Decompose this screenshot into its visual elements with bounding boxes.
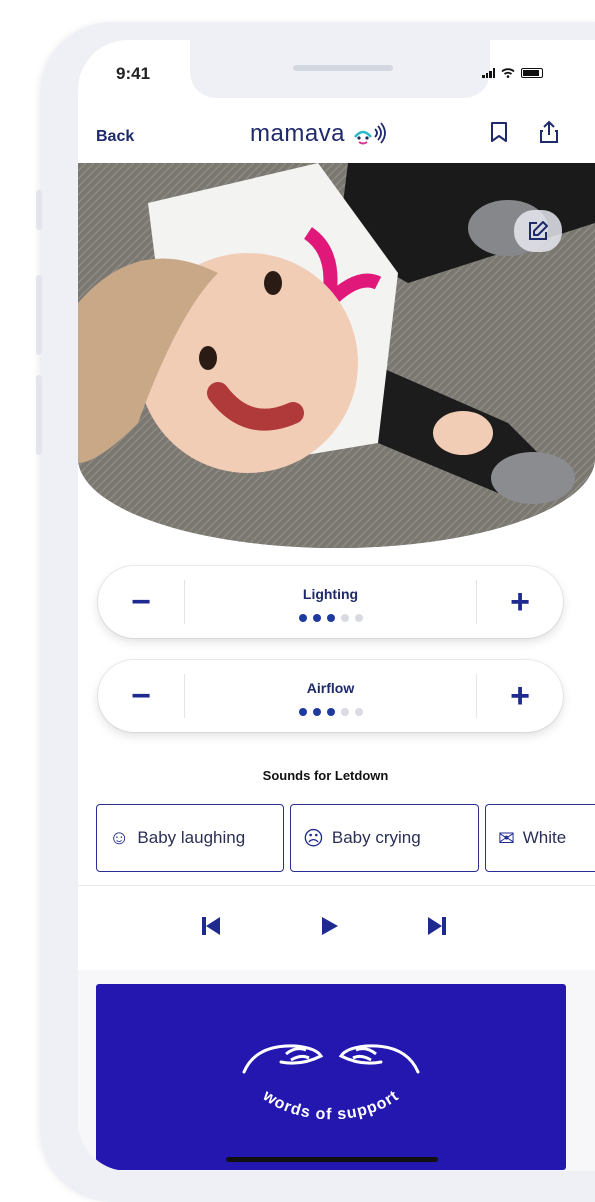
play-icon[interactable] — [314, 911, 344, 941]
airflow-decrease-button[interactable]: − — [98, 660, 184, 732]
laughing-face-icon: ☺ — [109, 826, 130, 849]
airflow-increase-button[interactable]: + — [477, 660, 563, 732]
back-button[interactable]: Back — [96, 128, 134, 146]
status-icons — [482, 68, 543, 78]
lighting-control: − Lighting + — [98, 566, 563, 638]
home-indicator[interactable] — [226, 1157, 438, 1162]
level-dot — [354, 614, 363, 622]
airflow-control: − Airflow + — [98, 660, 563, 732]
sound-white-noise-button[interactable]: ✉ White — [485, 804, 595, 872]
app-screen: 9:41 Back mamava − Lighting + − Airflow … — [78, 40, 595, 1171]
level-dot — [340, 614, 349, 622]
sounds-title: Sounds for Letdown — [262, 768, 389, 783]
hands-icon: words of support — [242, 1044, 420, 1124]
sound-baby-crying-button[interactable]: ☹ Baby crying — [290, 804, 479, 872]
lighting-increase-button[interactable]: + — [477, 566, 563, 638]
level-dot — [326, 708, 335, 716]
level-dot — [340, 708, 349, 716]
airflow-label: Airflow — [306, 680, 355, 696]
logo-pod-icon — [354, 122, 386, 145]
level-dot — [312, 708, 321, 716]
volume-down-button — [36, 375, 42, 455]
sound-baby-laughing-button[interactable]: ☺ Baby laughing — [96, 804, 284, 872]
battery-icon — [521, 68, 543, 78]
edit-button[interactable] — [514, 210, 562, 252]
level-dot — [312, 614, 321, 622]
level-dot — [298, 614, 307, 622]
words-of-support-banner[interactable]: words of support — [96, 984, 566, 1170]
side-button — [36, 190, 42, 230]
support-text: words of support — [259, 1087, 401, 1124]
lighting-decrease-button[interactable]: − — [98, 566, 184, 638]
sound-label: Baby crying — [331, 828, 421, 847]
previous-icon[interactable] — [196, 911, 226, 941]
signal-icon — [482, 68, 495, 78]
sound-label: Baby laughing — [137, 828, 246, 847]
next-icon[interactable] — [422, 911, 452, 941]
sound-label: White — [522, 828, 567, 847]
white-noise-icon: ✉ — [498, 827, 515, 850]
share-icon[interactable] — [538, 120, 560, 144]
level-dot — [298, 708, 307, 716]
nav-actions — [488, 120, 560, 144]
status-time: 9:41 — [116, 64, 151, 83]
edit-icon — [529, 221, 548, 240]
svg-text:words of support: words of support — [259, 1087, 402, 1124]
level-dot — [354, 708, 363, 716]
lighting-label: Lighting — [302, 586, 359, 602]
player-controls — [78, 885, 595, 970]
speaker-grille — [293, 65, 393, 71]
crying-face-icon: ☹ — [303, 827, 324, 850]
volume-up-button — [36, 275, 42, 355]
wifi-icon — [501, 68, 515, 78]
level-dot — [326, 614, 335, 622]
logo-wordmark: mamava — [250, 120, 346, 147]
mamava-logo: mamava — [250, 120, 387, 148]
bookmark-icon[interactable] — [488, 120, 510, 144]
